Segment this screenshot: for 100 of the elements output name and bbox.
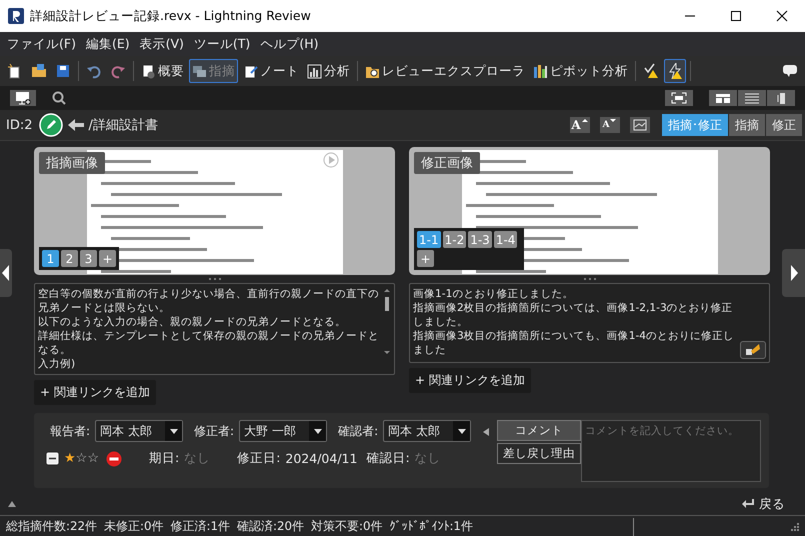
next-button[interactable] — [782, 249, 805, 297]
resize-grip-icon — [791, 523, 799, 531]
no-entry-icon[interactable] — [106, 450, 122, 466]
issue-icon — [192, 64, 207, 78]
caret-icon — [609, 118, 618, 123]
analysis-view-button[interactable]: 分析 — [304, 59, 353, 83]
expand-up-icon[interactable] — [8, 501, 16, 507]
scrollbar-drawing — [383, 287, 391, 357]
side-panel-icon — [777, 92, 785, 104]
comment-tab[interactable]: コメント — [497, 420, 581, 441]
comment-tab[interactable]: 差し戻し理由 — [497, 443, 581, 464]
image-label: 修正画像 — [414, 152, 480, 174]
feedback-icon — [782, 63, 798, 79]
layout-split-icon — [715, 92, 731, 104]
description-line: 指摘画像3枚目の指摘箇所についても、画像1-4のとおりに修正しました — [413, 329, 736, 357]
image-view-button[interactable] — [630, 117, 650, 133]
date-value: 2024/04/11 — [285, 451, 358, 466]
add-related-link-button[interactable]: + 関連リンクを追加 — [34, 380, 156, 405]
redo-icon — [110, 63, 126, 79]
image-view-icon — [631, 117, 649, 133]
date-label: 確認日: — [366, 450, 410, 467]
overview-view-button[interactable]: 概要 — [138, 59, 187, 83]
field-label: 修正者: — [194, 422, 234, 440]
window-title: 詳細設計レビュー記録.revx - Lightning Review — [30, 8, 312, 24]
date-label: 修正日: — [237, 450, 280, 467]
document-path: /詳細設計書 — [88, 117, 159, 134]
date-value: なし — [184, 450, 210, 467]
comment-input[interactable]: コメントを記入してください。 — [581, 420, 761, 482]
lightning-warning-toggle[interactable] — [664, 59, 686, 83]
menu-item[interactable]: ツール(T) — [188, 32, 256, 56]
app-logo-icon — [8, 8, 24, 24]
star-rating[interactable]: ★☆☆ — [64, 451, 99, 466]
chevron-left-icon — [2, 265, 10, 281]
list-layout-button[interactable] — [738, 90, 766, 106]
open-folder-icon — [31, 63, 47, 79]
view-mode-tab[interactable]: 指摘 — [729, 114, 765, 136]
caret-icon — [580, 118, 589, 123]
brush-icon — [745, 343, 761, 357]
fit-screen-button[interactable] — [665, 90, 693, 106]
date-value: なし — [414, 450, 441, 467]
comment-text-box[interactable]: 空白等の個数が直前の行より少ない場合、直前行の親ノードの直下の兄弟ノードとは限らない。 以下のような入力の場合、親の親ノードの兄弟ノードとなる。 詳細仕様は、テンプレートとして保存の親の親ノードの兄弟ノードとなる。 入力例) — [34, 283, 395, 375]
search-icon[interactable] — [52, 91, 66, 105]
analysis-icon — [307, 64, 322, 78]
note-view-button[interactable]: ノート — [240, 59, 302, 83]
status-count: 未修正:0件 — [104, 519, 164, 535]
list-layout-icon — [744, 92, 760, 104]
add-issue-button[interactable] — [10, 90, 36, 106]
person-dropdown[interactable]: 岡本 太郎 — [383, 420, 472, 442]
collapse-arrow-icon[interactable] — [483, 428, 489, 436]
date-label: 期日: — [148, 450, 180, 467]
close-icon[interactable] — [776, 10, 788, 22]
undo-icon — [86, 63, 102, 79]
menu-item[interactable]: ヘルプ(H) — [255, 32, 324, 56]
description-line: 以下のような入力の場合、親の親ノードの兄弟ノードとなる。 — [38, 315, 347, 329]
pivot-analysis-icon — [533, 64, 548, 78]
image-label: 指摘画像 — [39, 152, 105, 174]
minus-box-icon[interactable] — [46, 452, 59, 465]
overview-icon — [141, 64, 156, 78]
pivot-analysis-view-button[interactable]: ピボット分析 — [530, 59, 631, 83]
field-label: 確認者: — [338, 422, 378, 440]
menu-item[interactable]: 編集(E) — [80, 32, 135, 56]
return-arrow-icon — [741, 498, 755, 510]
review-explorer-view-button[interactable]: レビューエクスプローラ — [362, 59, 528, 83]
save-icon — [55, 63, 71, 79]
maximize-icon[interactable] — [730, 10, 742, 22]
back-button[interactable]: 戻る — [735, 494, 791, 514]
previous-button[interactable] — [0, 249, 12, 297]
menu-item[interactable]: 表示(V) — [134, 32, 189, 56]
description-line: 画像1-1のとおり修正しました。 — [413, 287, 574, 301]
status-count: 総指摘件数:22件 — [6, 519, 97, 535]
font-larger-button[interactable]: A — [570, 117, 590, 133]
description-line: 入力例) — [38, 357, 76, 371]
chevron-right-icon — [790, 265, 798, 281]
screen-plus-icon — [14, 91, 32, 105]
comment-text-box[interactable]: 画像1-1のとおり修正しました。 指摘画像2枚目の指摘箇所については、画像1-2,1-3のとおり修正しました。 指摘画像3枚目の指摘箇所についても、画像1-4のとおりに修正しました — [409, 283, 770, 363]
fullscreen-icon — [671, 92, 687, 104]
status-count: 確認済:20件 — [236, 519, 304, 535]
issue-id: ID:2 — [6, 118, 32, 132]
person-dropdown[interactable]: 岡本 太郎 — [95, 420, 184, 442]
add-related-link-button[interactable]: + 関連リンクを追加 — [409, 368, 531, 393]
highlight-button[interactable] — [740, 341, 766, 359]
lightning-warning-icon — [667, 63, 683, 79]
menu-item[interactable]: ファイル(F) — [2, 32, 81, 56]
status-count: ｸﾞｯﾄﾞﾎﾟｲﾝﾄ:1件 — [389, 519, 473, 535]
person-dropdown[interactable]: 大野 一郎 — [239, 420, 328, 442]
field-label: 報告者: — [50, 422, 90, 440]
status-count: 修正済:1件 — [170, 519, 230, 535]
note-icon — [243, 64, 258, 78]
dropdown-caret-icon — [458, 428, 466, 434]
warning-check-icon — [643, 63, 659, 79]
font-smaller-button[interactable]: A — [600, 117, 620, 133]
description-line: 詳細仕様は、テンプレートとして保存の親の親ノードの兄弟ノードとなる。 — [38, 329, 380, 357]
back-arrow-icon[interactable] — [66, 118, 84, 132]
view-mode-tab[interactable]: 修正 — [766, 114, 802, 136]
description-line: 空白等の個数が直前の行より少ない場合、直前行の親ノードの直下の兄弟ノードとは限らない。 — [38, 287, 380, 315]
dropdown-caret-icon — [314, 428, 322, 434]
dropdown-caret-icon — [170, 428, 178, 434]
layout-split-button[interactable] — [709, 90, 737, 106]
side-panel-button[interactable] — [767, 90, 795, 106]
edit-pencil-icon[interactable] — [38, 113, 62, 137]
